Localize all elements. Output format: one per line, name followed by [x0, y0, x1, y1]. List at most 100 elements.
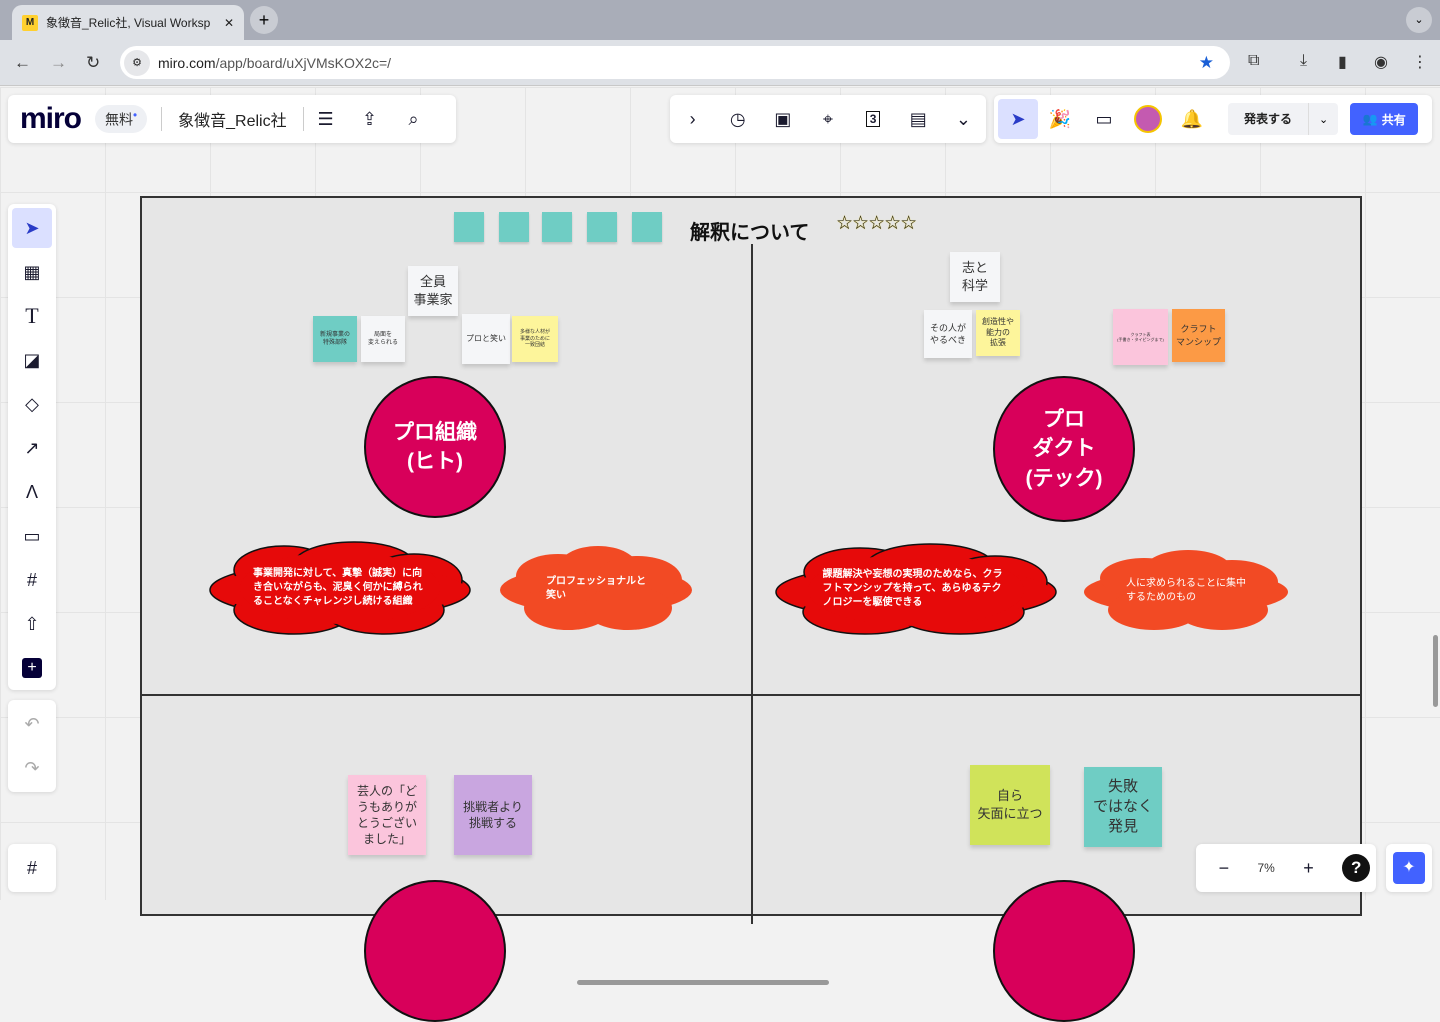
sticky-note[interactable]: クラフト表 (手書き・タイピングまで)	[1113, 309, 1168, 365]
url-path: /app/board/uXjVMsKOX2c=/	[215, 54, 392, 71]
pen-tool-icon[interactable]: Ʌ	[10, 470, 54, 514]
plan-badge[interactable]: 無料•	[95, 104, 148, 134]
templates-icon[interactable]: ▦	[10, 250, 54, 294]
sticky-note[interactable]	[632, 212, 662, 242]
cloud-shape[interactable]: 事業開発に対して、真摯（誠実）に向き合いながらも、泥臭く何かに縛られることなくチ…	[204, 540, 476, 636]
cloud-shape[interactable]: プロフェッショナルと 笑い	[498, 544, 694, 634]
menu-icon[interactable]: ☰	[304, 97, 348, 141]
focus-icon[interactable]: ⌖	[806, 97, 850, 141]
extensions-icon[interactable]: ⧉	[1248, 52, 1259, 70]
board-title[interactable]: 解釈について	[690, 216, 809, 245]
browser-tab[interactable]: M 象徴音_Relic社, Visual Worksp ✕	[12, 5, 244, 40]
sticky-note[interactable]: 新規事業の 特殊部隊	[313, 316, 357, 362]
browser-menu-icon[interactable]: ⋮	[1412, 52, 1428, 72]
circle-shape[interactable]	[993, 880, 1135, 1022]
history-panel: ↶ ↷	[8, 700, 56, 792]
cloud-shape[interactable]: 課題解決や妄想の実現のためなら、クラフトマンシップを持って、あらゆるテクノロジー…	[770, 542, 1062, 636]
download-icon[interactable]: ⤓	[1300, 52, 1307, 70]
sidepanel-icon[interactable]: ▮	[1338, 52, 1347, 72]
sticky-note[interactable]: クラフト マンシップ	[1172, 309, 1225, 362]
close-tab-icon[interactable]: ✕	[224, 16, 234, 30]
left-toolbar: ➤ ▦ T ◪ ◇ ↗ Ʌ ▭ # ⇧ +	[8, 204, 56, 690]
pages-icon[interactable]: 3	[851, 97, 895, 141]
sticky-note[interactable]: 自ら 矢面に立つ	[970, 765, 1050, 845]
select-tool-icon[interactable]: ➤	[12, 208, 52, 248]
collab-tools-panel: › ◷ ▣ ⌖ 3 ▤ ⌄	[670, 95, 986, 143]
address-bar-row: ← → ↻ ⚙ miro.com/app/board/uXjVMsKOX2c=/…	[0, 40, 1440, 86]
text-tool-icon[interactable]: T	[10, 294, 54, 338]
reload-icon[interactable]: ↻	[86, 53, 100, 73]
forward-icon[interactable]: →	[50, 53, 67, 73]
zoom-level[interactable]: 7%	[1257, 861, 1274, 875]
timer-icon[interactable]: ◷	[716, 97, 760, 141]
site-settings-icon[interactable]: ⚙	[124, 49, 150, 76]
share-panel: ➤ 🎉 ▭ 🔔 発表する ⌄ 👥 共有	[994, 95, 1432, 143]
sticky-label[interactable]: 全員 事業家	[408, 266, 458, 316]
back-icon[interactable]: ←	[14, 53, 31, 73]
undo-icon[interactable]: ↶	[10, 702, 54, 746]
board-name[interactable]: 象徴音_Relic社	[162, 107, 302, 131]
sticky-note[interactable]: 挑戦者より 挑戦する	[454, 775, 532, 855]
bookmark-star-icon[interactable]: ★	[1199, 53, 1214, 73]
help-button[interactable]: ?	[1342, 854, 1371, 882]
profile-avatar[interactable]: ◉	[1374, 52, 1388, 72]
miro-icon: M	[22, 14, 38, 31]
shapes-tool-icon[interactable]: ◇	[10, 382, 54, 426]
zoom-out-icon[interactable]: −	[1202, 846, 1246, 890]
expand-icon[interactable]: ›	[671, 97, 715, 141]
redo-icon[interactable]: ↷	[10, 746, 54, 790]
new-tab-button[interactable]: +	[250, 6, 278, 34]
present-button[interactable]: 発表する	[1228, 103, 1310, 135]
url-domain: miro.com	[158, 54, 216, 71]
sticky-note[interactable]: 芸人の「ど うもありが とうござい ました」	[348, 775, 426, 855]
sticky-label[interactable]: 志と 科学	[950, 252, 1000, 302]
celebrate-icon[interactable]: 🎉	[1038, 97, 1082, 141]
search-icon[interactable]: ⌕	[392, 97, 436, 141]
comment-tool-icon[interactable]: ▭	[10, 514, 54, 558]
upload-icon[interactable]: ⇧	[10, 602, 54, 646]
sticky-note-tool-icon[interactable]: ◪	[10, 338, 54, 382]
bell-icon[interactable]: 🔔	[1170, 97, 1214, 141]
board-canvas[interactable]: 解釈について ☆☆☆☆☆ 全員 事業家 新規事業の 特殊部隊 局面を 変えられる…	[0, 87, 1440, 1022]
sticky-note[interactable]	[542, 212, 572, 242]
horizontal-scrollbar[interactable]	[577, 980, 829, 985]
star-rating[interactable]: ☆☆☆☆☆	[836, 212, 917, 235]
cloud-shape[interactable]: 人に求められることに集中 するためのもの	[1082, 548, 1290, 634]
more-apps-icon[interactable]: +	[10, 646, 54, 690]
sticky-note[interactable]	[454, 212, 484, 242]
circle-shape[interactable]	[364, 880, 506, 1022]
sticky-note[interactable]: 創造性や 能力の 拡張	[976, 310, 1020, 356]
sticky-note[interactable]: その人が やるべき	[924, 310, 972, 358]
zoom-panel: − 7% + ?	[1196, 844, 1376, 892]
zoom-in-icon[interactable]: +	[1286, 846, 1330, 890]
card-icon[interactable]: ▣	[761, 97, 805, 141]
sticky-note[interactable]	[499, 212, 529, 242]
sticky-note[interactable]: 失敗 ではなく 発見	[1084, 767, 1162, 847]
comment-icon[interactable]: ▭	[1082, 97, 1126, 141]
sticky-note[interactable]: 多様な人材が 事業のために 一致団結	[512, 316, 558, 362]
quadrant-divider-vertical	[751, 244, 753, 924]
more-chevron-icon[interactable]: ⌄	[941, 97, 985, 141]
cursor-follow-icon[interactable]: ➤	[998, 99, 1038, 139]
sticky-note[interactable]	[587, 212, 617, 242]
connector-tool-icon[interactable]: ↗	[10, 426, 54, 470]
url-bar[interactable]: ⚙ miro.com/app/board/uXjVMsKOX2c=/ ★	[120, 46, 1230, 79]
notes-icon[interactable]: ▤	[896, 97, 940, 141]
ai-panel: ✦	[1386, 844, 1432, 892]
sticky-note[interactable]: プロと笑い	[462, 314, 510, 364]
vertical-scrollbar[interactable]	[1433, 635, 1438, 707]
share-button[interactable]: 👥 共有	[1350, 103, 1419, 135]
frame-tool-icon[interactable]: #	[10, 558, 54, 602]
export-icon[interactable]: ⇪	[348, 97, 392, 141]
circle-shape[interactable]: プロ ダクト (テック)	[993, 376, 1135, 522]
frames-icon[interactable]: #	[10, 846, 54, 890]
present-dropdown-icon[interactable]: ⌄	[1309, 113, 1338, 126]
sticky-note[interactable]: 局面を 変えられる	[361, 316, 405, 362]
board-frame: 解釈について ☆☆☆☆☆ 全員 事業家 新規事業の 特殊部隊 局面を 変えられる…	[140, 196, 1362, 1022]
user-avatar[interactable]	[1126, 97, 1170, 141]
ai-sparkle-icon[interactable]: ✦	[1393, 852, 1425, 884]
browser-tab-bar: M 象徴音_Relic社, Visual Worksp ✕ + ⌄	[0, 0, 1440, 40]
tab-search-button[interactable]: ⌄	[1406, 7, 1432, 33]
circle-shape[interactable]: プロ組織 (ヒト)	[364, 376, 506, 518]
miro-logo[interactable]: miro	[20, 102, 82, 136]
